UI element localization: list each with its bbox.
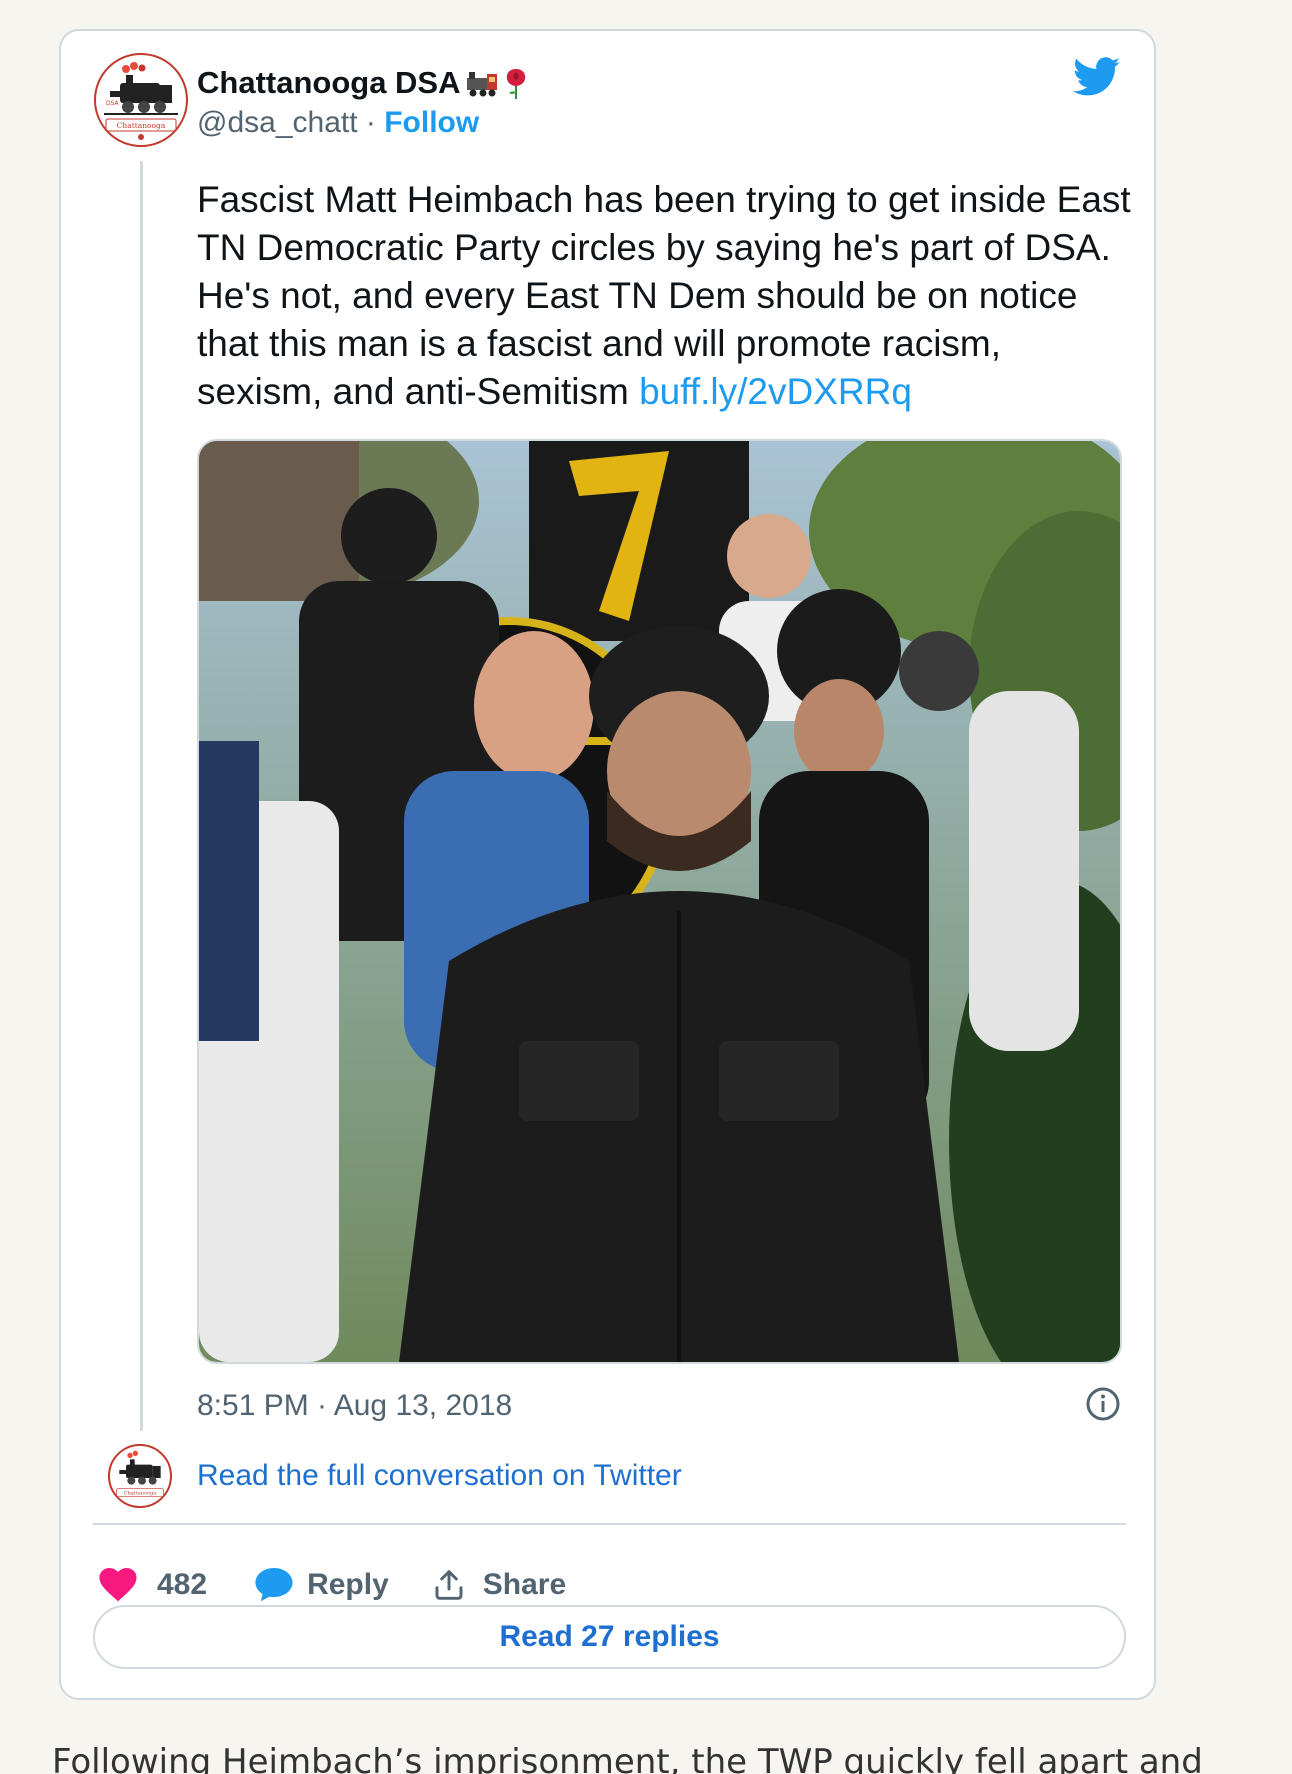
tweet-body: Fascist Matt Heimbach has been trying to… <box>197 176 1132 416</box>
rose-icon <box>506 69 525 99</box>
handle-row: @dsa_chatt · Follow <box>197 106 479 140</box>
info-icon[interactable] <box>1085 1386 1121 1422</box>
thread-line <box>140 161 143 1431</box>
tweet-actions: 482 Reply Share <box>99 1568 566 1602</box>
twitter-bird-icon[interactable] <box>1073 57 1121 97</box>
svg-text:DSA: DSA <box>106 100 120 107</box>
page: DSA Chattanooga Chattanooga DSA @dsa_cha… <box>0 0 1292 1774</box>
avatar-text: Chattanooga <box>117 121 166 130</box>
dsa-train-logo: DSA Chattanooga <box>97 56 185 144</box>
conversation-avatar[interactable]: Chattanooga <box>108 1444 172 1508</box>
tweet-link[interactable]: buff.ly/2vDXRRq <box>639 371 912 412</box>
article-paragraph-fragment: Following Heimbach’s imprisonment, the T… <box>52 1742 1203 1774</box>
rally-photo-illustration <box>199 441 1120 1362</box>
embedded-tweet-card: DSA Chattanooga Chattanooga DSA @dsa_cha… <box>59 29 1156 1700</box>
heart-icon <box>99 1568 137 1602</box>
share-button[interactable]: Share <box>433 1568 566 1602</box>
tweet-timestamp[interactable]: 8:51 PM · Aug 13, 2018 <box>197 1389 512 1423</box>
display-name-text: Chattanooga DSA <box>197 65 461 100</box>
reply-label: Reply <box>307 1568 389 1601</box>
reply-button[interactable]: Reply <box>255 1568 389 1602</box>
account-handle[interactable]: @dsa_chatt <box>197 106 358 139</box>
follow-button[interactable]: Follow <box>384 106 479 139</box>
speech-bubble-icon <box>255 1568 293 1602</box>
share-upload-icon <box>435 1570 463 1600</box>
avatar-small-text: Chattanooga <box>124 1491 156 1497</box>
read-replies-button[interactable]: Read 27 replies <box>93 1605 1126 1669</box>
account-display-name[interactable]: Chattanooga DSA <box>197 65 529 101</box>
like-button[interactable]: 482 <box>99 1568 207 1602</box>
train-icon <box>466 72 497 97</box>
like-count: 482 <box>157 1568 208 1601</box>
share-label: Share <box>482 1568 567 1601</box>
handle-separator: · <box>365 106 376 139</box>
account-avatar[interactable]: DSA Chattanooga <box>94 53 188 147</box>
read-full-conversation-link[interactable]: Read the full conversation on Twitter <box>197 1459 682 1493</box>
tweet-photo[interactable] <box>197 439 1122 1364</box>
dsa-train-logo-small: Chattanooga <box>110 1446 170 1506</box>
divider <box>93 1523 1126 1525</box>
